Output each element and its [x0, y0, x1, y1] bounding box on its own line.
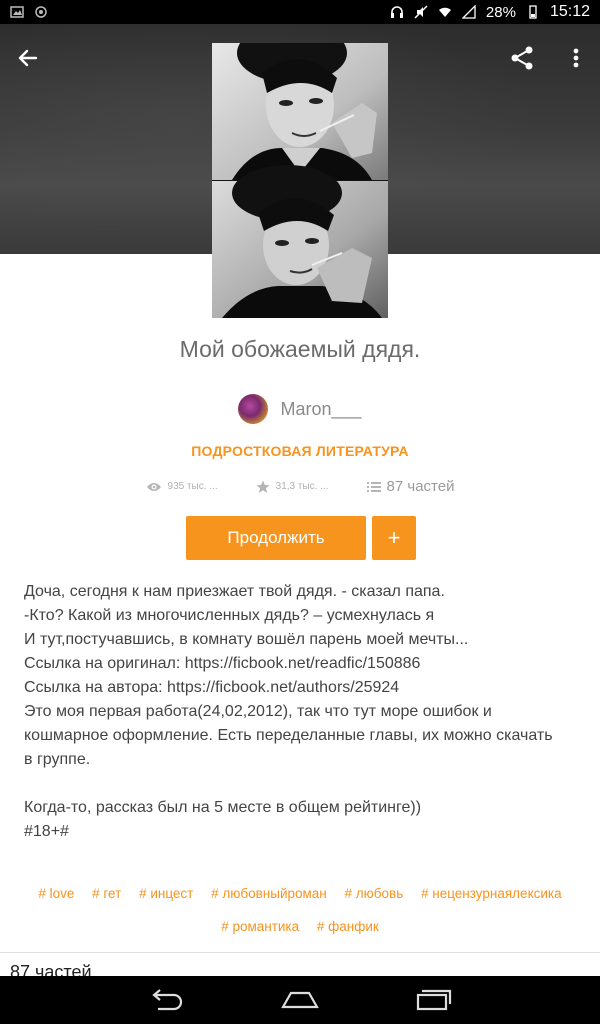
description-line: #18+#	[24, 823, 69, 840]
tag-lyubov[interactable]: # любовь	[345, 886, 404, 901]
star-icon	[256, 480, 270, 493]
continue-reading-button[interactable]: Продолжить	[186, 516, 366, 560]
wifi-icon	[438, 7, 451, 17]
story-stats: 935 тыс. ... 31,3 тыс. ... 87 частей	[0, 478, 600, 495]
description-line-blank	[24, 772, 580, 796]
author-row[interactable]: Maron___	[0, 394, 600, 424]
tag-fanfic[interactable]: # фанфик	[317, 919, 379, 934]
description-line: И тут,постучавшись, в комнату вошёл паре…	[24, 631, 469, 648]
votes-count: 31,3 тыс. ...	[275, 481, 329, 492]
description-line: Ссылка на автора: https://ficbook.net/au…	[24, 679, 400, 696]
system-nav-bar	[0, 976, 600, 1024]
mute-icon	[414, 5, 428, 19]
description-line: кошмарное оформление. Есть переделанные …	[24, 727, 553, 744]
story-cover-image[interactable]	[212, 43, 388, 318]
back-button[interactable]	[12, 42, 44, 74]
action-buttons: Продолжить +	[186, 516, 416, 560]
status-right: 28% 15:12	[390, 3, 590, 21]
category-label[interactable]: ПОДРОСТКОВАЯ ЛИТЕРАТУРА	[0, 443, 600, 459]
clock: 15:12	[549, 3, 590, 20]
description-line: Доча, сегодня к нам приезжает твой дядя.…	[24, 583, 445, 600]
add-to-library-button[interactable]: +	[372, 516, 416, 560]
list-icon	[366, 481, 381, 492]
nav-home-button[interactable]	[278, 984, 322, 1016]
sync-notification-icon	[35, 6, 47, 18]
cover-photo	[212, 43, 388, 318]
more-options-button[interactable]	[560, 42, 592, 74]
nav-recents-button[interactable]	[412, 984, 456, 1016]
tag-love[interactable]: # love	[38, 886, 74, 901]
share-button[interactable]	[506, 42, 538, 74]
tag-profanity[interactable]: # нецензурнаялексика	[421, 886, 562, 901]
description-line: -Кто? Какой из многочисленных дядь? – ус…	[24, 607, 435, 624]
battery-percent: 28%	[485, 3, 516, 21]
eye-icon	[146, 482, 161, 491]
views-stat: 935 тыс. ...	[146, 481, 218, 493]
author-name[interactable]: Maron___	[280, 399, 361, 420]
views-count: 935 тыс. ...	[167, 481, 218, 492]
battery-icon	[529, 5, 537, 19]
tag-romantika[interactable]: # романтика	[221, 919, 299, 934]
signal-icon	[461, 5, 476, 19]
parts-count: 87 частей	[386, 478, 455, 495]
author-avatar[interactable]	[238, 394, 269, 424]
description-line: Это моя первая работа(24,02,2012), так ч…	[24, 703, 492, 720]
tag-incest[interactable]: # инцест	[139, 886, 193, 901]
votes-stat: 31,3 тыс. ...	[256, 480, 329, 494]
story-title: Мой обожаемый дядя.	[179, 336, 421, 362]
status-left	[10, 5, 48, 19]
description-line: Когда-то, рассказ был на 5 месте в общем…	[24, 799, 422, 816]
description-line: Ссылка на оригинал: https://ficbook.net/…	[24, 655, 421, 672]
tag-list: # love # гет # инцест # любовныйроман # …	[0, 877, 600, 943]
nav-back-button[interactable]	[144, 984, 188, 1016]
more-vert-icon	[573, 48, 579, 68]
story-description: Доча, сегодня к нам приезжает твой дядя.…	[24, 580, 580, 844]
tag-romance-novel[interactable]: # любовныйроман	[211, 886, 327, 901]
gallery-notification-icon	[10, 6, 24, 18]
back-arrow-icon	[18, 49, 38, 67]
headphones-icon	[390, 6, 403, 18]
share-icon	[511, 46, 533, 70]
nav-back-icon	[152, 989, 183, 1011]
status-bar: 28% 15:12	[0, 0, 600, 24]
section-divider	[0, 952, 600, 953]
parts-stat: 87 частей	[366, 478, 455, 495]
nav-recents-icon	[416, 989, 452, 1011]
tag-get[interactable]: # гет	[92, 886, 121, 901]
nav-home-icon	[281, 991, 319, 1009]
description-line: в группе.	[24, 751, 91, 768]
